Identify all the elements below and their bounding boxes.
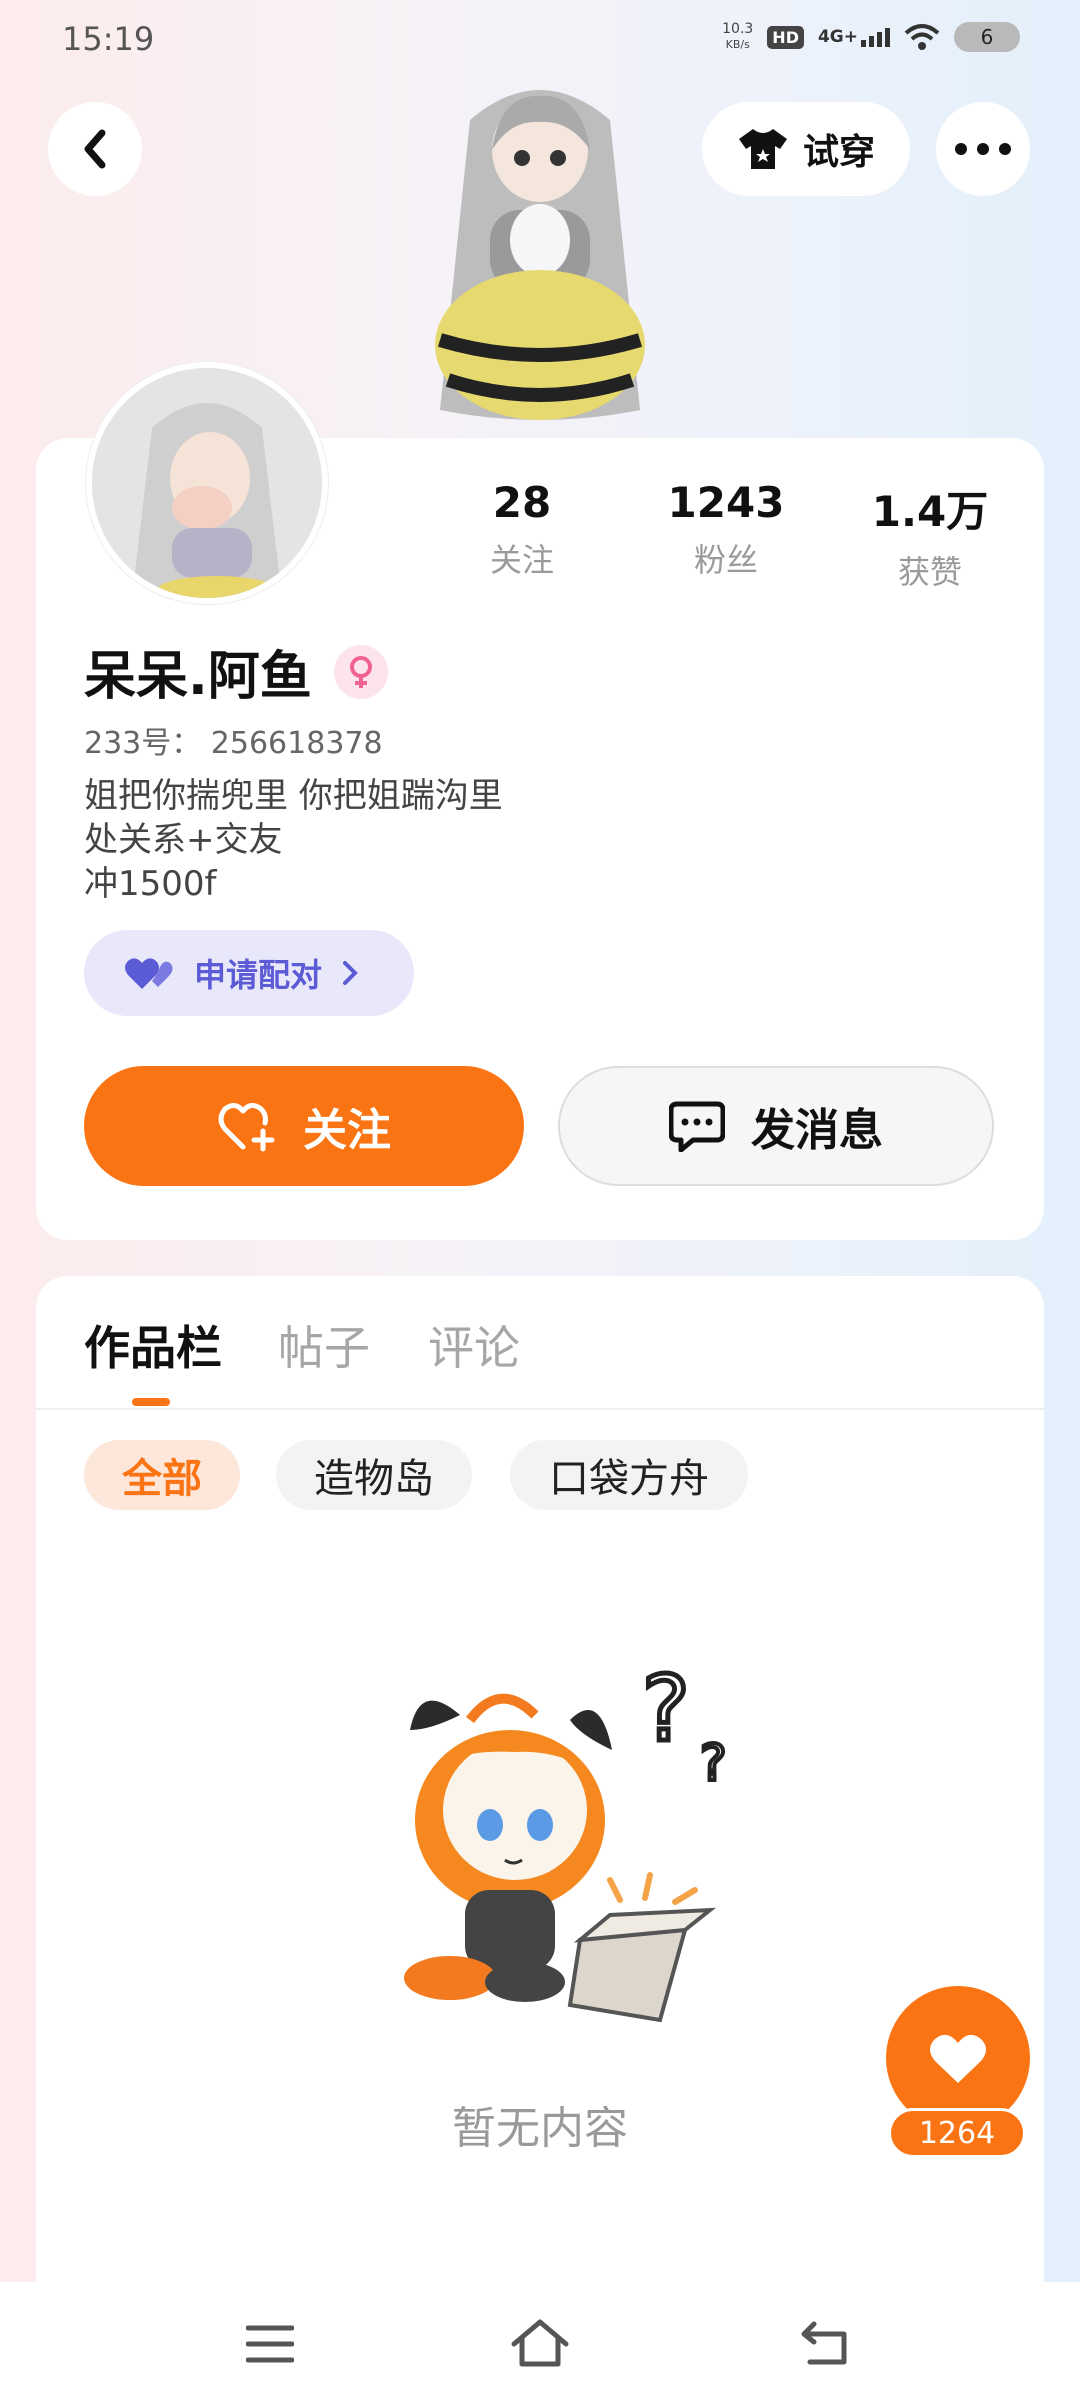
tab-posts[interactable]: 帖子	[278, 1312, 370, 1378]
back-nav-icon[interactable]	[800, 2320, 850, 2366]
chat-bubble-icon	[669, 1101, 725, 1152]
follow-label: 关注	[303, 1105, 391, 1156]
tab-divider	[36, 1408, 1044, 1410]
stat-following[interactable]: 28 关注	[422, 478, 622, 581]
home-icon[interactable]	[510, 2318, 570, 2368]
bio-line: 冲1500f	[84, 864, 217, 904]
send-message-button[interactable]: 发消息	[558, 1066, 994, 1186]
stat-likes[interactable]: 1.4万 获赞	[830, 478, 1030, 593]
active-tab-indicator	[132, 1398, 170, 1406]
filter-chip-creation-island[interactable]: 造物岛	[276, 1440, 472, 1510]
hd-badge: HD	[767, 25, 804, 49]
status-icons: 10.3 KB/s HD 4G+ 6	[722, 22, 1020, 52]
back-button[interactable]	[48, 102, 142, 196]
status-time: 15:19	[62, 20, 155, 58]
request-pair-button[interactable]: 申请配对	[84, 930, 414, 1016]
request-pair-label: 申请配对	[194, 956, 323, 994]
tab-works[interactable]: 作品栏	[84, 1312, 222, 1378]
tab-comments[interactable]: 评论	[428, 1312, 520, 1378]
battery-icon: 6	[954, 22, 1020, 52]
try-on-button[interactable]: 试穿	[702, 102, 910, 196]
net-speed-value: 10.3	[722, 21, 754, 37]
system-nav-bar	[0, 2282, 1080, 2408]
user-id: 233号： 256618378	[84, 726, 383, 761]
svg-text:?: ?	[700, 1734, 727, 1792]
stat-value: 1.4万	[871, 487, 989, 536]
stat-label: 获赞	[897, 553, 962, 591]
avatar-3d-figure[interactable]	[400, 80, 680, 440]
stat-fans[interactable]: 1243 粉丝	[626, 478, 826, 581]
avatar[interactable]	[86, 362, 328, 604]
bio-line: 姐把你揣兜里 你把姐踹沟里	[84, 776, 503, 816]
more-button[interactable]	[936, 102, 1030, 196]
stat-label: 关注	[489, 541, 554, 579]
menu-icon[interactable]	[246, 2324, 294, 2364]
avatar-image	[92, 368, 322, 598]
signal-icon: 4G+	[818, 27, 890, 47]
net-speed: 10.3 KB/s	[722, 22, 753, 52]
tshirt-icon	[738, 129, 787, 169]
network-type: 4G+	[817, 27, 858, 47]
nickname: 呆呆.阿鱼	[84, 647, 312, 707]
filter-chip-all[interactable]: 全部	[84, 1440, 240, 1510]
net-speed-unit: KB/s	[725, 38, 750, 51]
wifi-icon	[904, 24, 940, 50]
follow-button[interactable]: 关注	[84, 1066, 524, 1186]
chevron-left-icon	[84, 129, 106, 169]
stat-value: 28	[492, 478, 552, 527]
try-on-label: 试穿	[802, 132, 875, 173]
empty-state-illustration: ? ?	[404, 1655, 729, 2023]
stat-label: 粉丝	[693, 541, 758, 579]
double-heart-icon	[125, 958, 173, 989]
female-icon	[333, 644, 388, 699]
like-count: 1264	[888, 2108, 1026, 2158]
heart-plus-icon	[218, 1103, 275, 1152]
stat-value: 1243	[667, 478, 785, 527]
heart-icon	[930, 2034, 986, 2083]
more-dots-icon	[955, 143, 1011, 155]
filter-chip-pocket-ark[interactable]: 口袋方舟	[510, 1440, 748, 1510]
send-message-label: 发消息	[751, 1105, 883, 1156]
bio: 姐把你揣兜里 你把姐踹沟里 处关系+交友 冲1500f	[84, 774, 503, 906]
nickname-row: 呆呆.阿鱼	[84, 634, 388, 709]
chevron-right-icon	[343, 961, 358, 985]
svg-text:?: ?	[642, 1657, 690, 1762]
bio-line: 处关系+交友	[84, 820, 283, 860]
